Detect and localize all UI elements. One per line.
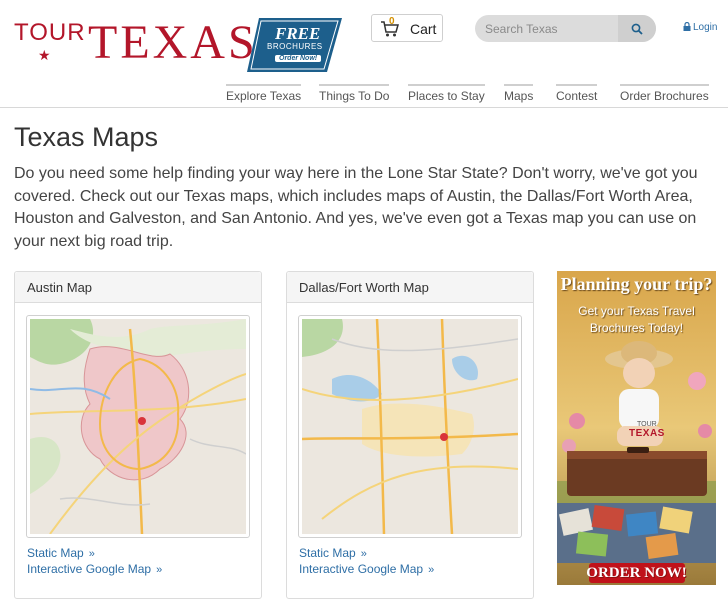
nav-item-explore-texas[interactable]: Explore Texas (226, 84, 302, 103)
login-label: Login (693, 22, 718, 33)
logo-texas-text: TEXAS (88, 16, 258, 69)
map-card-dallas-fort-worth: Dallas/Fort Worth Map Static Map » Intera… (286, 271, 534, 599)
map-card-austin: Austin Map Static Map » Interactive Googl… (14, 271, 262, 599)
chevron-right-icon: » (428, 564, 435, 576)
static-map-link-label: Static Map (27, 546, 84, 560)
nav-item-places-to-stay[interactable]: Places to Stay (408, 84, 485, 103)
map-card-title: Austin Map (27, 280, 93, 295)
logo-tour-text: TOUR (14, 19, 86, 46)
chevron-right-icon: » (88, 548, 95, 560)
page-title: Texas Maps (14, 122, 159, 152)
austin-map-image (30, 319, 246, 534)
search-input[interactable] (485, 20, 615, 37)
static-map-link-label: Static Map (299, 546, 356, 560)
interactive-map-link-label: Interactive Google Map (27, 562, 152, 576)
nav-item-contest[interactable]: Contest (556, 84, 598, 103)
badge-free-text: FREE (275, 24, 321, 43)
dallas-map-thumbnail[interactable] (298, 315, 522, 538)
intro-paragraph: Do you need some help finding your way h… (14, 165, 698, 250)
map-card-title: Dallas/Fort Worth Map (299, 280, 429, 295)
search-icon (631, 23, 643, 35)
brochure-ad-banner[interactable]: Planning your trip? Get your Texas Trave… (557, 271, 716, 585)
ad-subheadline-line2: Brochures Today! (589, 321, 684, 335)
free-brochures-badge[interactable]: FREE BROCHURES Order Now! (247, 18, 342, 72)
chevron-right-icon: » (360, 548, 367, 560)
dallas-static-map-link[interactable]: Static Map » (299, 546, 367, 560)
dallas-interactive-map-link[interactable]: Interactive Google Map » (299, 562, 434, 576)
star-icon: ★ (38, 47, 51, 63)
search-bar (475, 15, 656, 42)
nav-item-order-brochures[interactable]: Order Brochures (620, 84, 709, 103)
cart-button[interactable]: 0 Cart (371, 14, 443, 42)
austin-map-thumbnail[interactable] (26, 315, 250, 538)
nav-item-maps[interactable]: Maps (504, 84, 534, 103)
lock-icon (683, 22, 691, 31)
search-button[interactable] (618, 15, 656, 42)
cart-label: Cart (410, 21, 437, 37)
site-header: TOUR ★ TEXAS FREE BROCHURES Order Now! 0… (0, 0, 728, 108)
ad-headline: Planning your trip? (560, 274, 713, 294)
interactive-map-link-label: Interactive Google Map (299, 562, 424, 576)
badge-brochures-text: BROCHURES (267, 42, 323, 51)
austin-static-map-link[interactable]: Static Map » (27, 546, 95, 560)
ad-subheadline-line1: Get your Texas Travel (578, 304, 695, 318)
site-logo[interactable]: TOUR ★ TEXAS FREE BROCHURES Order Now! (14, 16, 342, 73)
main-nav: Explore Texas Things To Do Places to Sta… (0, 84, 728, 104)
cart-count-badge: 0 (389, 16, 395, 27)
map-card-header: Austin Map (15, 272, 261, 303)
ad-shirt-texas-text: TEXAS (629, 428, 665, 439)
dallas-map-image (302, 319, 518, 534)
badge-order-now-text: Order Now! (275, 55, 322, 62)
ad-shirt-tour-text: TOUR (637, 421, 657, 428)
map-card-header: Dallas/Fort Worth Map (287, 272, 533, 303)
nav-item-things-to-do[interactable]: Things To Do (319, 84, 390, 103)
ad-subheadline: Get your Texas Travel Brochures Today! (557, 303, 716, 337)
chevron-right-icon: » (156, 564, 163, 576)
login-link[interactable]: Login (683, 22, 717, 33)
austin-interactive-map-link[interactable]: Interactive Google Map » (27, 562, 162, 576)
ad-order-now-button: ORDER NOW! (586, 565, 687, 581)
